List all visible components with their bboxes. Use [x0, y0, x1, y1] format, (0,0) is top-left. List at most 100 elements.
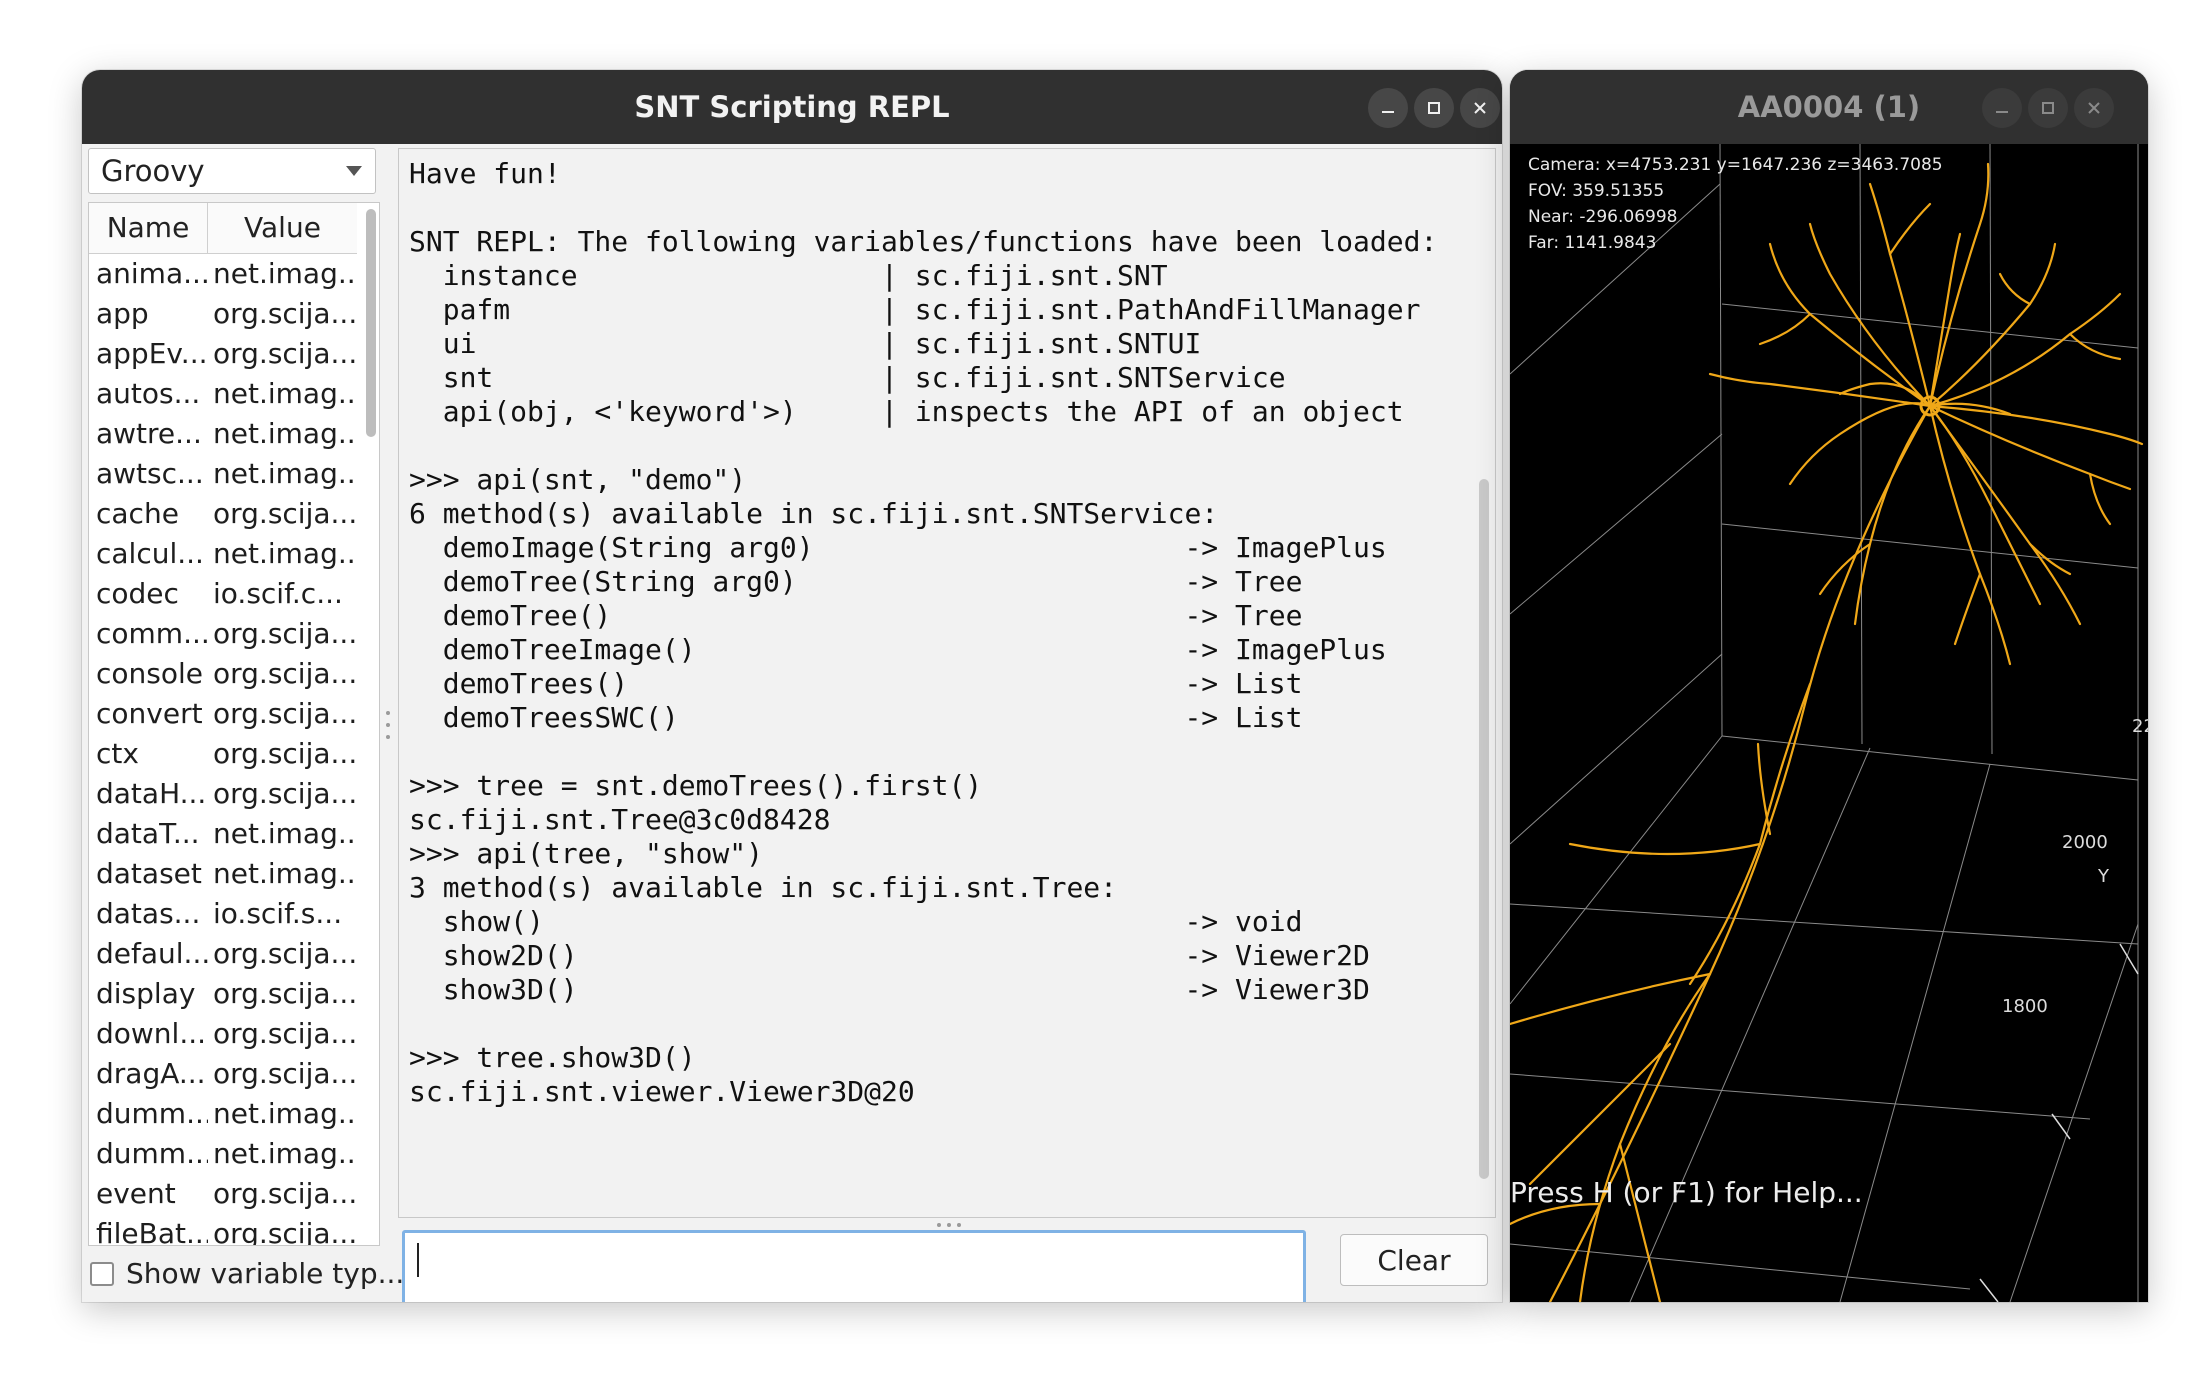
- language-dropdown[interactable]: Groovy: [88, 148, 376, 194]
- output-line: instance | sc.fiji.snt.SNT: [409, 259, 1168, 292]
- output-line: demoImage(String arg0) -> ImagePlus: [409, 531, 1387, 564]
- variable-row[interactable]: downl... org.scija...: [89, 1014, 357, 1054]
- variables-scrollbar[interactable]: [366, 209, 376, 437]
- variable-row[interactable]: datas... io.scif.s...: [89, 894, 357, 934]
- variable-value: net.imag...: [213, 417, 355, 450]
- variables-list: anima... net.imag... app org.scija... appEv.…: [89, 254, 357, 1246]
- output-line: show2D() -> Viewer2D: [409, 939, 1370, 972]
- variable-row[interactable]: dataH... org.scija...: [89, 774, 357, 814]
- viewer-minimize-button[interactable]: [1982, 88, 2022, 128]
- variable-value: org.scija...: [213, 1217, 355, 1246]
- variable-row[interactable]: console org.scija...: [89, 654, 357, 694]
- output-line: snt | sc.fiji.snt.SNTService: [409, 361, 1286, 394]
- text-caret: [417, 1243, 419, 1277]
- output-line: >>> api(snt, "demo"): [409, 463, 747, 496]
- output-line: sc.fiji.snt.viewer.Viewer3D@20: [409, 1075, 915, 1108]
- variable-row[interactable]: comm... org.scija...: [89, 614, 357, 654]
- variable-name: app: [96, 297, 149, 330]
- camera-info-line: Near: -296.06998: [1528, 207, 1678, 227]
- variable-row[interactable]: dumm... net.imag...: [89, 1134, 357, 1174]
- axis-tick-label: 2000: [2062, 832, 2108, 853]
- variable-row[interactable]: app org.scija...: [89, 294, 357, 334]
- 3d-viewport[interactable]: Camera: x=4753.231 y=1647.236 z=3463.708…: [1510, 144, 2148, 1302]
- variable-row[interactable]: dataset net.imag...: [89, 854, 357, 894]
- repl-output-area[interactable]: Have fun! SNT REPL: The following variabl…: [398, 148, 1496, 1218]
- variable-value: org.scija...: [213, 1177, 355, 1210]
- variable-value: net.imag...: [213, 817, 355, 850]
- variable-value: net.imag...: [213, 857, 355, 890]
- variable-name: ctx: [96, 737, 139, 770]
- variable-name: event: [96, 1177, 176, 1210]
- close-icon: [2088, 102, 2100, 114]
- camera-info-line: Camera: x=4753.231 y=1647.236 z=3463.708…: [1528, 155, 1943, 175]
- split-grip-icon[interactable]: [385, 708, 391, 742]
- variable-row[interactable]: anima... net.imag...: [89, 254, 357, 294]
- clear-button[interactable]: Clear: [1340, 1234, 1488, 1286]
- close-button[interactable]: [1460, 88, 1500, 128]
- variable-name: dragA...: [96, 1057, 206, 1090]
- variable-row[interactable]: dragA... org.scija...: [89, 1054, 357, 1094]
- repl-input-field[interactable]: [402, 1230, 1306, 1302]
- maximize-button[interactable]: [1414, 88, 1454, 128]
- language-value: Groovy: [101, 154, 205, 188]
- output-line: api(obj, <'keyword'>) | inspects the API…: [409, 395, 1404, 428]
- variable-row[interactable]: codec io.scif.c...: [89, 574, 357, 614]
- variable-row[interactable]: dumm... net.imag...: [89, 1094, 357, 1134]
- variable-name: anima...: [96, 257, 208, 290]
- variable-row[interactable]: ctx org.scija...: [89, 734, 357, 774]
- viewer-titlebar[interactable]: AA0004 (1): [1510, 70, 2148, 144]
- variable-value: net.imag...: [213, 1137, 355, 1170]
- variable-value: org.scija...: [213, 977, 355, 1010]
- output-line: 6 method(s) available in sc.fiji.snt.SNT…: [409, 497, 1219, 530]
- variable-value: net.imag...: [213, 457, 355, 490]
- output-line: show() -> void: [409, 905, 1303, 938]
- variable-value: io.scif.s...: [213, 897, 343, 930]
- viewer-maximize-button[interactable]: [2028, 88, 2068, 128]
- output-line: demoTreesSWC() -> List: [409, 701, 1303, 734]
- axis-name-label: Y: [2098, 866, 2109, 887]
- variable-row[interactable]: awtre... net.imag...: [89, 414, 357, 454]
- output-line: >>> tree = snt.demoTrees().first(): [409, 769, 983, 802]
- help-hint: Press H (or F1) for Help...: [1510, 1176, 1863, 1209]
- output-line: ui | sc.fiji.snt.SNTUI: [409, 327, 1202, 360]
- variable-name: console: [96, 657, 203, 690]
- variable-name: cache: [96, 497, 179, 530]
- variable-row[interactable]: display org.scija...: [89, 974, 357, 1014]
- variable-row[interactable]: event org.scija...: [89, 1174, 357, 1214]
- neuron-tree-render: [1510, 162, 2144, 1302]
- variable-row[interactable]: awtsc... net.imag...: [89, 454, 357, 494]
- variable-row[interactable]: fileBat... org.scija...: [89, 1214, 357, 1246]
- output-line: 3 method(s) available in sc.fiji.snt.Tre…: [409, 871, 1118, 904]
- resize-grip-icon[interactable]: [934, 1220, 964, 1230]
- variable-row[interactable]: defaul... org.scija...: [89, 934, 357, 974]
- column-header-name[interactable]: Name: [89, 203, 208, 253]
- variable-value: org.scija...: [213, 337, 355, 370]
- column-header-value[interactable]: Value: [208, 203, 357, 253]
- variable-row[interactable]: cache org.scija...: [89, 494, 357, 534]
- variable-row[interactable]: dataT... net.imag...: [89, 814, 357, 854]
- output-line: demoTreeImage() -> ImagePlus: [409, 633, 1387, 666]
- repl-output-text: Have fun! SNT REPL: The following variabl…: [409, 157, 1437, 1109]
- checkbox-box[interactable]: [90, 1262, 114, 1286]
- output-line: demoTree(String arg0) -> Tree: [409, 565, 1303, 598]
- variable-row[interactable]: convert org.scija...: [89, 694, 357, 734]
- repl-titlebar[interactable]: SNT Scripting REPL: [82, 70, 1502, 144]
- variable-row[interactable]: appEv... org.scija...: [89, 334, 357, 374]
- variables-table: Name Value anima... net.imag... app org.sci…: [88, 202, 380, 1246]
- variable-row[interactable]: calcul... net.imag...: [89, 534, 357, 574]
- viewer-close-button[interactable]: [2074, 88, 2114, 128]
- minimize-button[interactable]: [1368, 88, 1408, 128]
- output-line: demoTree() -> Tree: [409, 599, 1303, 632]
- axis-tick-label: 22: [2132, 716, 2148, 737]
- output-line: sc.fiji.snt.Tree@3c0d8428: [409, 803, 831, 836]
- output-scrollbar[interactable]: [1479, 479, 1489, 1179]
- show-variable-types-label: Show variable typ...: [126, 1257, 405, 1290]
- output-line: show3D() -> Viewer3D: [409, 973, 1370, 1006]
- variable-name: dataH...: [96, 777, 207, 810]
- output-line: >>> tree.show3D(): [409, 1041, 696, 1074]
- variable-row[interactable]: autos... net.imag...: [89, 374, 357, 414]
- variable-name: datas...: [96, 897, 201, 930]
- variable-name: display: [96, 977, 196, 1010]
